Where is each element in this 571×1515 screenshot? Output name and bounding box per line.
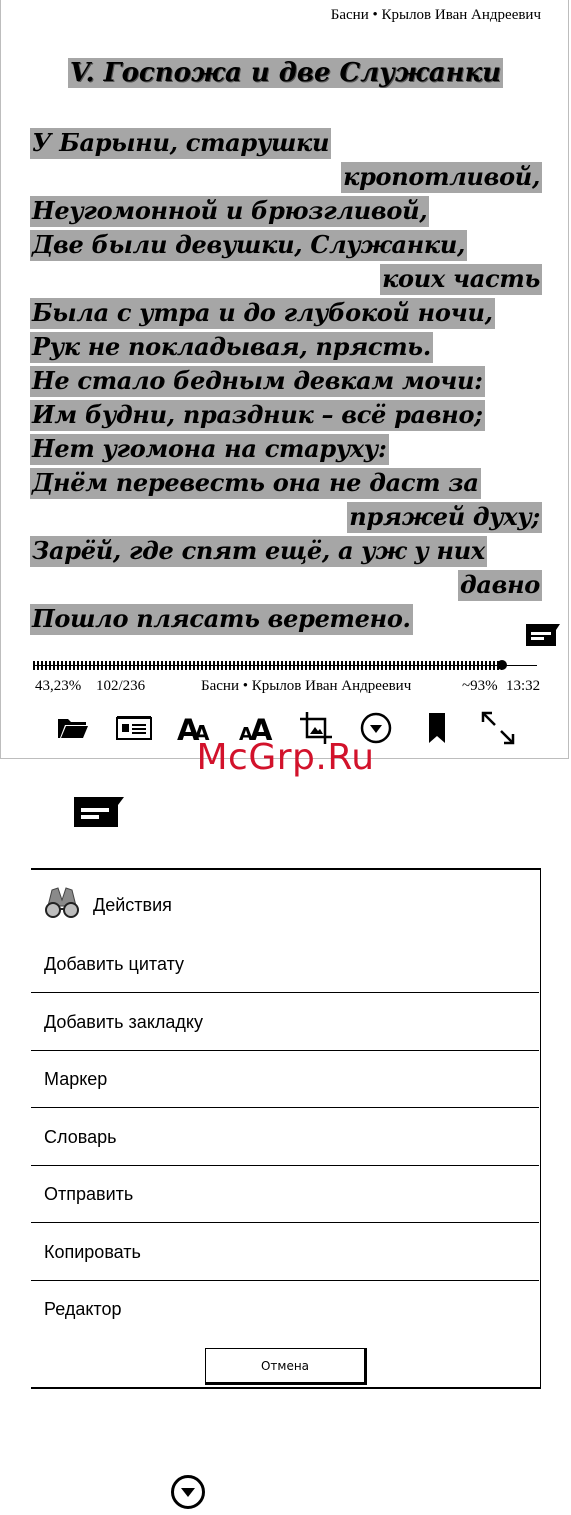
poem-line[interactable]: Нет угомона на старуху: [30, 432, 542, 466]
dropdown-icon-illustration [170, 1474, 206, 1515]
poem-line-text: Им будни, праздник – всё равно; [30, 400, 485, 431]
poem-line[interactable]: Пошло плясать веретено. [30, 602, 542, 636]
poem-line[interactable]: Неугомонной и брюзгливой, [30, 194, 542, 228]
poem-line-text: Не стало бедным девкам мочи: [30, 366, 485, 397]
menu-item-dictionary[interactable]: Словарь [31, 1109, 539, 1166]
menu-item-copy[interactable]: Копировать [31, 1224, 539, 1281]
chapter-title-text[interactable]: V. Госпожа и две Служанки [67, 58, 504, 88]
watermark: McGrp.Ru [196, 737, 375, 778]
dialog-title: Действия [93, 895, 172, 915]
cancel-button[interactable]: Отмена [205, 1348, 367, 1385]
poem-line[interactable]: кропотливой, [30, 160, 542, 194]
reading-glasses-icon [43, 886, 81, 925]
poem-line[interactable]: Не стало бедным девкам мочи: [30, 364, 542, 398]
poem-line[interactable]: У Барыни, старушки [30, 126, 542, 160]
poem-line[interactable]: Рук не покладывая, прясть. [30, 330, 542, 364]
poem-line-text: Зарёй, где спят ещё, а уж у них [30, 536, 487, 567]
dialog-header: Действия [43, 886, 172, 925]
poem-text[interactable]: У Барыни, старушки кропотливой, Неугомонно… [30, 126, 542, 636]
poem-line-text: Нет угомона на старуху: [30, 434, 389, 465]
running-head: Басни • Крылов Иван Андреевич [330, 7, 541, 23]
poem-line[interactable]: давно [30, 568, 542, 602]
poem-line[interactable]: Днём перевесть она не даст за [30, 466, 542, 500]
poem-line-text: пряжей духу; [347, 502, 542, 533]
poem-line[interactable]: пряжей духу; [30, 500, 542, 534]
percent-read: 43,23% [35, 678, 82, 694]
menu-item-marker[interactable]: Маркер [31, 1051, 539, 1108]
progress-handle[interactable] [497, 660, 507, 670]
battery-level: ~93% [462, 678, 498, 694]
book-info: Басни • Крылов Иван Андреевич [201, 678, 412, 694]
page-counter[interactable]: 102/236 [96, 678, 145, 695]
menu-item-send[interactable]: Отправить [31, 1166, 539, 1223]
poem-line-text: Днём перевесть она не даст за [30, 468, 481, 499]
poem-line-text: Пошло плясать веретено. [30, 604, 413, 635]
poem-line-text: коих часть [380, 264, 542, 295]
poem-line-text: Рук не покладывая, прясть. [30, 332, 433, 363]
poem-line[interactable]: Две были девушки, Служанки, [30, 228, 542, 262]
chapter-title: V. Госпожа и две Служанки [0, 58, 571, 88]
menu-item-add-quote[interactable]: Добавить цитату [31, 936, 539, 993]
progress-ticks [33, 661, 502, 670]
poem-line-text: Была с утра и до глубокой ночи, [30, 298, 495, 329]
poem-line-text: Неугомонной и брюзгливой, [30, 196, 430, 227]
poem-line-text: кропотливой, [341, 162, 542, 193]
poem-line[interactable]: коих часть [30, 262, 542, 296]
poem-line[interactable]: Зарёй, где спят ещё, а уж у них [30, 534, 542, 568]
note-icon-illustration [74, 797, 124, 832]
note-icon[interactable] [526, 624, 560, 651]
actions-dialog: Действия Добавить цитату Добавить заклад… [31, 868, 541, 1389]
menu-item-editor[interactable]: Редактор [31, 1281, 539, 1338]
poem-line[interactable]: Была с утра и до глубокой ночи, [30, 296, 542, 330]
poem-line[interactable]: Им будни, праздник – всё равно; [30, 398, 542, 432]
poem-line-text: У Барыни, старушки [30, 128, 332, 159]
menu-item-add-bookmark[interactable]: Добавить закладку [31, 994, 539, 1051]
clock: 13:32 [506, 678, 541, 694]
poem-line-text: давно [457, 570, 542, 601]
poem-line-text: Две были девушки, Служанки, [30, 230, 468, 261]
